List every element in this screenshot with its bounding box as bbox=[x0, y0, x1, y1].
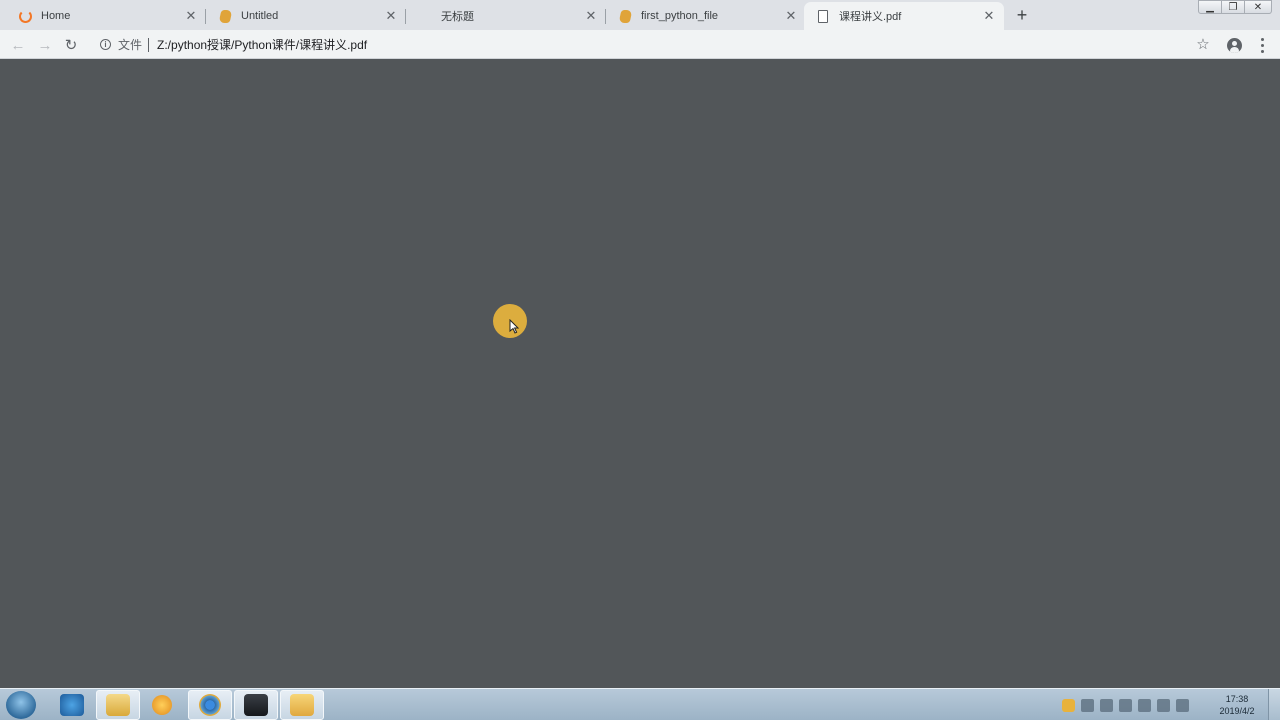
back-button[interactable]: ← bbox=[7, 34, 29, 56]
browser-icon bbox=[199, 694, 221, 716]
tab-wubiaoti[interactable]: 无标题 ✕ bbox=[406, 2, 606, 30]
minimize-button[interactable]: ▁ bbox=[1198, 0, 1222, 14]
taskbar-item-terminal[interactable] bbox=[234, 690, 278, 720]
show-desktop-button[interactable] bbox=[1268, 689, 1280, 720]
taskbar-item-app[interactable] bbox=[280, 690, 324, 720]
forward-button[interactable]: → bbox=[34, 34, 56, 56]
restore-button[interactable]: ❐ bbox=[1221, 0, 1245, 14]
app-icon bbox=[290, 694, 314, 716]
pdf-viewer[interactable] bbox=[0, 60, 1280, 688]
window-close-button[interactable]: ✕ bbox=[1244, 0, 1272, 14]
usb-icon[interactable] bbox=[1138, 698, 1151, 712]
document-icon bbox=[816, 9, 830, 23]
tab-title: first_python_file bbox=[641, 10, 719, 22]
taskbar-item-ie[interactable] bbox=[50, 690, 94, 720]
tab-pdf-active[interactable]: 课程讲义.pdf ✕ bbox=[804, 2, 1004, 30]
volume-icon[interactable] bbox=[1176, 698, 1189, 712]
internet-explorer-icon bbox=[60, 694, 84, 716]
close-icon[interactable]: ✕ bbox=[584, 9, 598, 23]
close-icon[interactable]: ✕ bbox=[982, 9, 996, 23]
browser-toolbar: ← → ↻ i 文件 Z:/python授课/Python课件/课程讲义.pdf… bbox=[0, 30, 1280, 59]
tab-untitled[interactable]: Untitled ✕ bbox=[206, 2, 406, 30]
address-bar[interactable]: i 文件 Z:/python授课/Python课件/课程讲义.pdf bbox=[92, 33, 1182, 56]
taskbar-item-chrome[interactable] bbox=[188, 690, 232, 720]
notebook-icon bbox=[618, 9, 632, 23]
ime-icon[interactable] bbox=[1062, 698, 1075, 712]
bluetooth-icon[interactable] bbox=[1119, 698, 1132, 712]
terminal-icon bbox=[244, 694, 268, 716]
clock[interactable]: 17:38 2019/4/2 bbox=[1210, 691, 1264, 719]
tab-first-python-file[interactable]: first_python_file ✕ bbox=[606, 2, 806, 30]
reload-button[interactable]: ↻ bbox=[60, 34, 82, 56]
mouse-cursor-icon bbox=[509, 319, 520, 334]
tab-title: Home bbox=[41, 10, 71, 22]
notebook-icon bbox=[218, 9, 232, 23]
tab-title: 课程讲义.pdf bbox=[839, 11, 902, 23]
network-icon[interactable] bbox=[1157, 698, 1170, 712]
scheme-divider bbox=[148, 37, 150, 52]
media-player-icon bbox=[152, 695, 172, 715]
start-button[interactable] bbox=[6, 691, 36, 719]
folder-icon bbox=[106, 694, 130, 716]
arrow-left-icon: ← bbox=[10, 36, 26, 54]
keyboard-icon[interactable] bbox=[1100, 698, 1113, 712]
reload-icon: ↻ bbox=[64, 37, 78, 54]
close-icon[interactable]: ✕ bbox=[184, 9, 198, 23]
arrow-right-icon: → bbox=[37, 36, 53, 54]
blank-favicon bbox=[418, 9, 432, 23]
url-text: Z:/python授课/Python课件/课程讲义.pdf bbox=[157, 38, 368, 52]
clock-time: 17:38 bbox=[1225, 694, 1249, 704]
taskbar-item-media[interactable] bbox=[140, 690, 184, 720]
more-menu-icon[interactable] bbox=[1254, 34, 1270, 56]
info-icon[interactable]: i bbox=[100, 39, 111, 50]
tab-title: Untitled bbox=[241, 10, 279, 22]
clock-date: 2019/4/2 bbox=[1219, 706, 1255, 716]
tab-title: 无标题 bbox=[441, 11, 474, 23]
tab-strip: Home ✕ Untitled ✕ 无标题 ✕ first_python_fil… bbox=[0, 0, 1280, 30]
close-icon[interactable]: ✕ bbox=[384, 9, 398, 23]
jupyter-logo-icon bbox=[18, 9, 32, 23]
tab-home[interactable]: Home ✕ bbox=[6, 2, 206, 30]
bookmark-star-icon[interactable]: ☆ bbox=[1192, 34, 1214, 56]
scheme-label: 文件 bbox=[118, 38, 143, 52]
sync-icon[interactable] bbox=[1081, 698, 1094, 712]
taskbar-item-explorer[interactable] bbox=[96, 690, 140, 720]
profile-avatar-icon[interactable] bbox=[1227, 38, 1242, 53]
close-icon[interactable]: ✕ bbox=[784, 9, 798, 23]
taskbar: 17:38 2019/4/2 bbox=[0, 688, 1280, 720]
new-tab-button[interactable]: + bbox=[1012, 5, 1032, 25]
system-tray bbox=[1056, 691, 1206, 719]
